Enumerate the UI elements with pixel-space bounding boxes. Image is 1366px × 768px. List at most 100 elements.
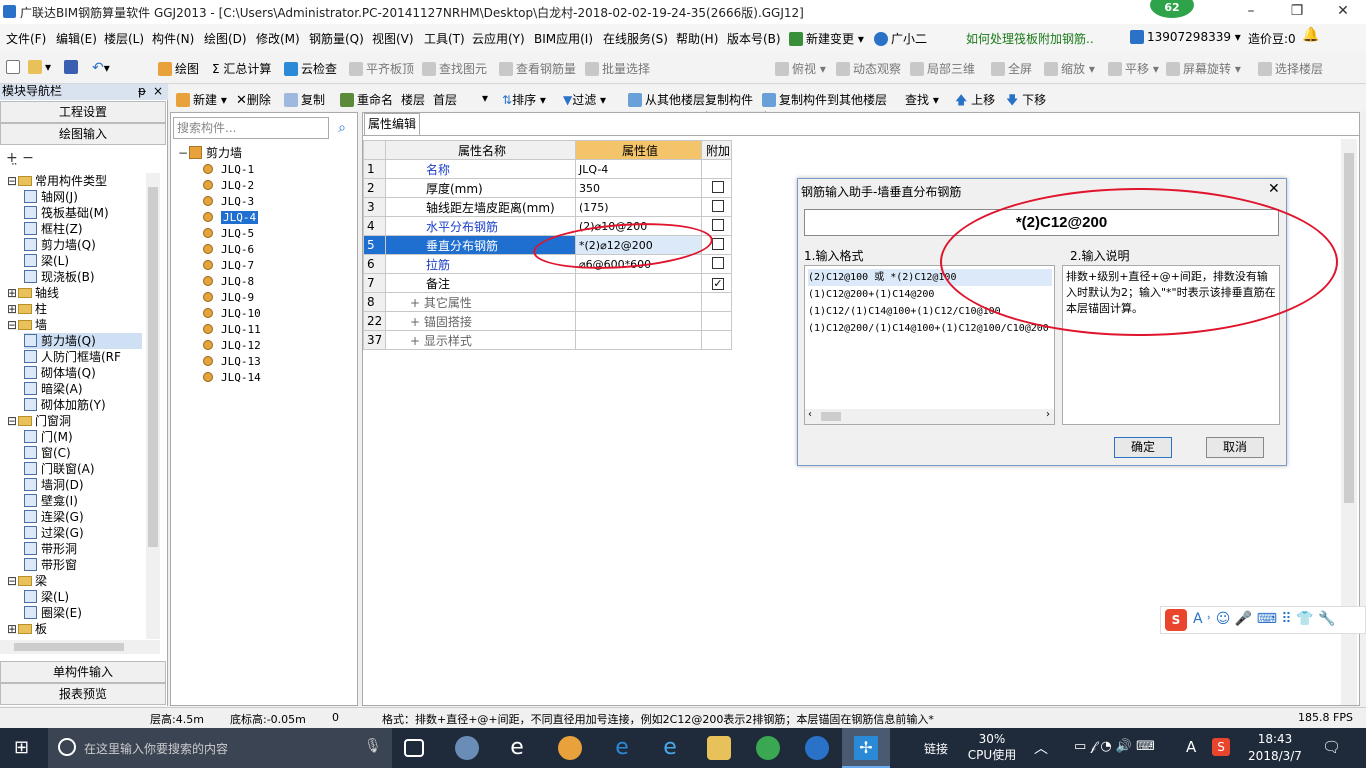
sogou-tray-icon[interactable]: S [1212, 738, 1230, 756]
project-settings-button[interactable]: 工程设置 [0, 101, 166, 123]
extra-checkbox[interactable] [712, 256, 724, 269]
nav-tree-item[interactable]: 墙洞(D) [24, 477, 142, 493]
view-rebar-button[interactable]: 查看钢筋量 [499, 60, 576, 77]
windows-start-icon[interactable]: ⊞ [14, 738, 34, 758]
menu-component[interactable]: 构件(N) [152, 30, 194, 47]
nav-tree-item[interactable]: 窗(C) [24, 445, 142, 461]
expand-toggle-icon[interactable]: ⊟ [6, 573, 18, 589]
copy-from-other-floor-button[interactable]: 从其他楼层复制构件 [628, 91, 753, 108]
task-view-icon[interactable] [404, 739, 424, 757]
new-file-icon[interactable] [6, 60, 23, 74]
nav-tree-item[interactable]: 剪力墙(Q) [24, 333, 142, 349]
property-row[interactable]: 2 厚度(mm) 350 [363, 178, 732, 198]
component-root[interactable]: − 剪力墙 [177, 145, 242, 161]
component-list-item[interactable]: JLQ-4 [203, 209, 259, 225]
nav-tree-item[interactable]: 梁(L) [24, 253, 142, 269]
move-up-button[interactable]: 🡅 上移 [955, 91, 995, 112]
nav-tree-item[interactable]: 门联窗(A) [24, 461, 142, 477]
menu-online[interactable]: 在线服务(S) [603, 30, 668, 47]
select-floor-button[interactable]: 选择楼层 [1258, 60, 1323, 77]
tray-icons[interactable]: ▭ 𝒻 ◔ 🔊 ⌨ [1074, 739, 1155, 754]
expand-toggle-icon[interactable]: ⊞ [6, 285, 18, 301]
nav-tree-item[interactable]: 砌体墙(Q) [24, 365, 142, 381]
floor-select[interactable]: 首层 ▾ [430, 88, 492, 108]
component-list-item[interactable]: JLQ-13 [203, 353, 261, 369]
format-list-hscrollbar[interactable]: ‹ › [805, 409, 1054, 424]
property-value[interactable] [575, 330, 702, 350]
nav-tree-item[interactable]: 过梁(G) [24, 525, 142, 541]
menu-view[interactable]: 视图(V) [372, 30, 414, 47]
component-search-input[interactable]: 搜索构件... [173, 117, 329, 139]
extra-checkbox[interactable]: ✓ [712, 278, 724, 290]
save-icon[interactable] [64, 60, 81, 74]
ok-button[interactable]: 确定 [1114, 437, 1172, 458]
nav-tree-item[interactable]: 带形窗 [24, 557, 142, 573]
assistant-menu[interactable]: 广小二 [874, 30, 927, 47]
copy-to-other-floor-button[interactable]: 复制构件到其他楼层 [762, 91, 887, 108]
expand-toggle-icon[interactable]: ⊞ [6, 621, 18, 637]
report-preview-button[interactable]: 报表预览 [0, 683, 166, 705]
nav-tree-item[interactable]: 筏板基础(M) [24, 205, 142, 221]
undo-icon[interactable]: ↶▾ [92, 60, 110, 76]
menu-floor[interactable]: 楼层(L) [104, 30, 144, 47]
close-panel-icon[interactable]: × [153, 84, 163, 99]
bell-icon[interactable]: 🔔 [1302, 27, 1319, 43]
property-row[interactable]: 3 轴线距左墙皮距离(mm) (175) [363, 197, 732, 217]
format-list-item[interactable]: (1)C12@200/(1)C14@100+(1)C12@100/C10@200 [808, 320, 1052, 337]
menu-modify[interactable]: 修改(M) [256, 30, 300, 47]
property-value[interactable]: (175) [575, 197, 702, 217]
nav-tree-group[interactable]: ⊞ 轴线 [6, 285, 144, 301]
single-component-input-button[interactable]: 单构件输入 [0, 661, 166, 683]
close-button[interactable]: ✕ [1320, 0, 1366, 24]
expand-toggle-icon[interactable]: ⊟ [6, 317, 18, 333]
top-view-button[interactable]: 俯视 ▾ [775, 60, 826, 77]
component-list-item[interactable]: JLQ-3 [203, 193, 254, 209]
component-list-item[interactable]: JLQ-10 [203, 305, 261, 321]
nav-tree-item[interactable]: 砌体加筋(Y) [24, 397, 142, 413]
property-row[interactable]: 22 + 锚固搭接 [363, 311, 732, 331]
nav-tree-group[interactable]: ⊟ 门窗洞 [6, 413, 144, 429]
component-list-item[interactable]: JLQ-5 [203, 225, 254, 241]
delete-button[interactable]: ✕删除 [236, 91, 271, 108]
nav-tree-item[interactable]: 圈梁(E) [24, 605, 142, 621]
360-browser-icon[interactable] [756, 736, 780, 760]
local-3d-button[interactable]: 局部三维 [910, 60, 975, 77]
find-button[interactable]: 查找 ▾ [905, 91, 939, 108]
move-down-button[interactable]: 🡇 下移 [1006, 91, 1046, 112]
batch-select-button[interactable]: 批量选择 [585, 60, 650, 77]
ime-floating-toolbar[interactable]: S A ˒ ☺ 🎤 ⌨ ⠿ 👕 🔧 [1160, 606, 1366, 634]
component-list-item[interactable]: JLQ-14 [203, 369, 261, 385]
expand-toggle-icon[interactable]: ⊟ [6, 173, 18, 189]
copy-button[interactable]: 复制 [284, 91, 325, 108]
maximize-button[interactable]: ❐ [1274, 0, 1320, 24]
taskbar-search-box[interactable]: 在这里输入你要搜索的内容 🎙 [48, 728, 392, 768]
component-list-item[interactable]: JLQ-11 [203, 321, 261, 337]
nav-tree-group[interactable]: ⊞ 柱 [6, 301, 144, 317]
app-notification-icon[interactable] [558, 736, 582, 760]
menu-draw[interactable]: 绘图(D) [204, 30, 247, 47]
edge-legacy-icon[interactable]: e [505, 736, 529, 760]
property-value[interactable] [575, 311, 702, 331]
zoom-button[interactable]: 缩放 ▾ [1044, 60, 1095, 77]
nav-tree-item[interactable]: 连梁(G) [24, 509, 142, 525]
ime-indicator[interactable]: A [1186, 738, 1196, 756]
property-value[interactable] [575, 273, 702, 293]
cpu-usage-widget[interactable]: 30% CPU使用 [964, 731, 1020, 763]
nav-tree-group[interactable]: ⊟ 墙 [6, 317, 144, 333]
property-value[interactable]: 350 [575, 178, 702, 198]
sogou-ime-icon[interactable]: S [1165, 609, 1187, 631]
menu-tools[interactable]: 工具(T) [424, 30, 465, 47]
nav-tree-item[interactable]: 暗梁(A) [24, 381, 142, 397]
property-row[interactable]: 7 备注 ✓ [363, 273, 732, 293]
nav-tree-item[interactable]: 梁(L) [24, 589, 142, 605]
nav-tree-item[interactable]: 人防门框墙(RF [24, 349, 142, 365]
minimize-button[interactable]: – [1228, 0, 1274, 24]
pin-icon[interactable]: ᵽ [138, 84, 146, 99]
nav-tree-group[interactable]: ⊟ 梁 [6, 573, 144, 589]
filter-button[interactable]: ▼过滤 ▾ [563, 91, 606, 108]
extra-checkbox[interactable] [712, 237, 724, 250]
pan-button[interactable]: 平移 ▾ [1108, 60, 1159, 77]
cancel-button[interactable]: 取消 [1206, 437, 1264, 458]
menu-cloud[interactable]: 云应用(Y) [472, 30, 525, 47]
expand-all-icon[interactable]: +̤ − [6, 150, 34, 166]
